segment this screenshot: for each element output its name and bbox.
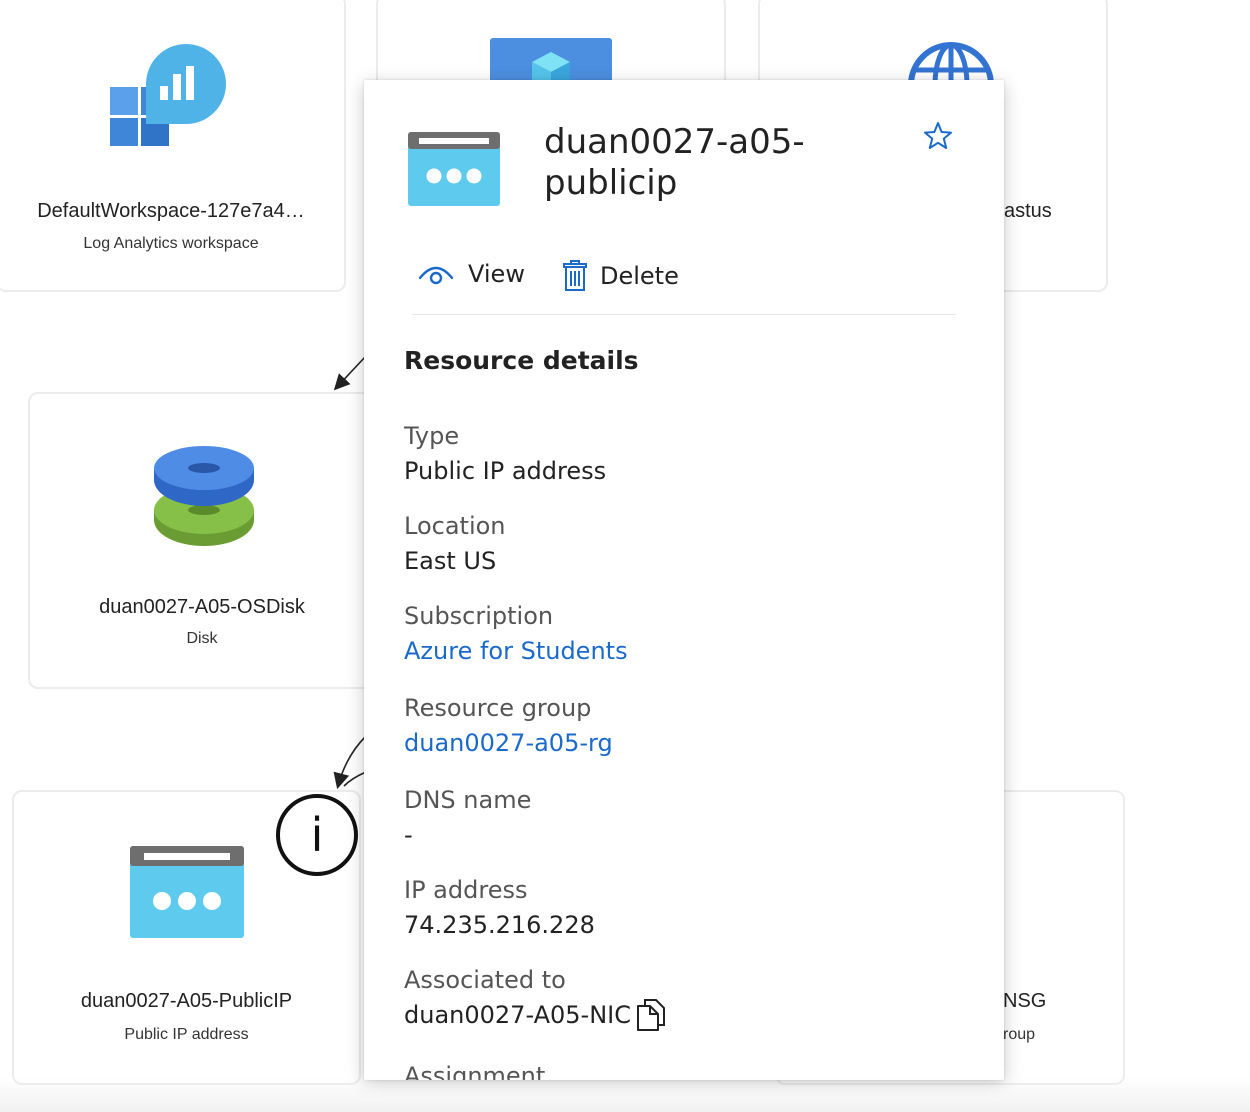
resource-group-link[interactable]: duan0027-a05-rg: [404, 729, 613, 757]
card-title: DefaultWorkspace-127e7a4…: [37, 200, 305, 222]
card-subtitle: roup: [1003, 1026, 1036, 1043]
resource-detail-popup: duan0027-a05-publicip View Delete Resour…: [364, 80, 1004, 1080]
trash-icon: [563, 260, 587, 291]
field-value-associated-to: duan0027-A05-NIC: [404, 1001, 631, 1029]
card-title: astus: [1004, 200, 1052, 222]
delete-button-label: Delete: [600, 262, 679, 290]
field-label-ip-address: IP address: [404, 876, 528, 904]
log-analytics-icon: [110, 44, 226, 146]
resource-card-workspace[interactable]: DefaultWorkspace-127e7a4… Log Analytics …: [0, 0, 346, 292]
field-value-ip-address: 74.235.216.228: [404, 911, 595, 939]
subscription-link[interactable]: Azure for Students: [404, 637, 628, 665]
field-label-subscription: Subscription: [404, 602, 554, 630]
panel-actions: View Delete: [412, 254, 956, 315]
field-label-resource-group: Resource group: [404, 694, 592, 722]
card-title: duan0027-A05-PublicIP: [80, 990, 293, 1012]
field-value-dns-name: -: [404, 821, 413, 849]
view-button-label: View: [468, 260, 525, 288]
field-label-associated-to: Associated to: [404, 966, 566, 994]
resource-diagram-canvas: DefaultWorkspace-127e7a4… Log Analytics …: [0, 0, 1250, 1112]
section-heading: Resource details: [404, 346, 639, 375]
disk-icon: [154, 446, 254, 546]
card-title: duan0027-A05-OSDisk: [99, 596, 305, 618]
card-subtitle: Log Analytics workspace: [83, 235, 259, 252]
public-ip-icon: [408, 132, 500, 206]
field-value-type: Public IP address: [404, 457, 607, 485]
bottom-shade: [0, 1078, 1250, 1112]
field-value-location: East US: [404, 547, 497, 575]
connector-arrow-publicip-a: [333, 735, 367, 790]
field-label-dns-name: DNS name: [404, 786, 532, 814]
field-label-type: Type: [404, 422, 460, 450]
info-icon[interactable]: i: [276, 794, 358, 876]
card-title: NSG: [1003, 990, 1047, 1012]
field-label-location: Location: [404, 512, 506, 540]
star-icon[interactable]: [922, 120, 954, 152]
panel-title: duan0027-a05-publicip: [544, 122, 805, 203]
resource-card-disk[interactable]: duan0027-A05-OSDisk Disk: [28, 392, 380, 689]
public-ip-icon: [130, 846, 244, 938]
eye-icon: [418, 266, 454, 285]
card-subtitle: Public IP address: [124, 1026, 249, 1043]
connector-arrow-disk: [333, 355, 367, 391]
delete-button[interactable]: Delete: [562, 260, 679, 292]
card-subtitle: Disk: [186, 630, 218, 647]
connector-arrow-publicip-b: [343, 771, 367, 787]
copy-icon[interactable]: [636, 998, 666, 1032]
view-button[interactable]: View: [418, 260, 525, 288]
